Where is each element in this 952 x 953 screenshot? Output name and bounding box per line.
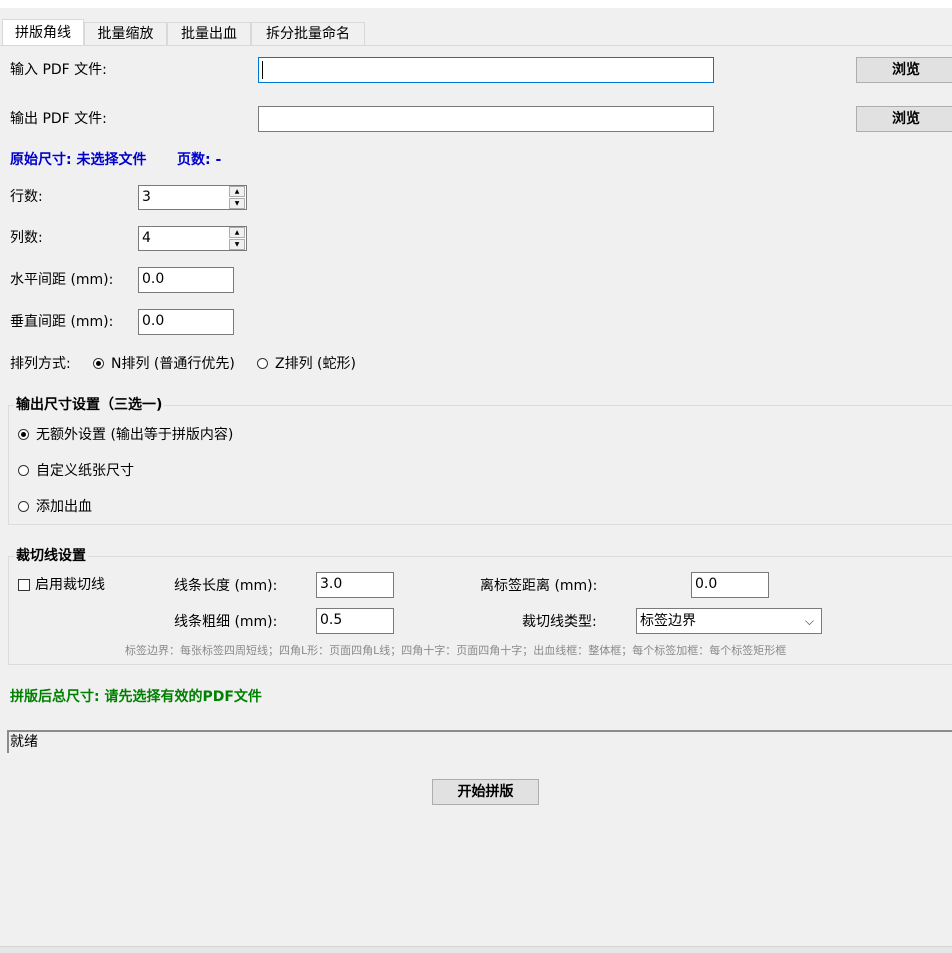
arrangement-label: 排列方式: bbox=[10, 356, 71, 372]
line-type-select[interactable]: 标签边界 ⌵ bbox=[636, 608, 822, 634]
original-size-info: 原始尺寸: 未选择文件 bbox=[10, 152, 147, 168]
enable-cut-lines-label[interactable]: 启用裁切线 bbox=[35, 575, 105, 595]
label-distance-label: 离标签距离 (mm): bbox=[480, 578, 598, 594]
output-pdf-field[interactable] bbox=[258, 106, 714, 132]
output-pdf-browse-button[interactable]: 浏览 bbox=[856, 106, 952, 132]
v-gap-value: 0.0 bbox=[142, 313, 165, 329]
cols-spin-arrows: ▲ ▼ bbox=[229, 227, 246, 250]
line-width-value: 0.5 bbox=[320, 612, 343, 628]
arrangement-z-radio[interactable] bbox=[257, 358, 268, 369]
line-type-label: 裁切线类型: bbox=[522, 614, 597, 630]
line-length-value: 3.0 bbox=[320, 576, 343, 592]
status-text: 就绪 bbox=[10, 734, 38, 750]
output-pdf-label: 输出 PDF 文件: bbox=[10, 111, 107, 127]
text-caret bbox=[262, 61, 263, 79]
window-top-strip bbox=[0, 0, 952, 8]
cols-decrement-icon[interactable]: ▼ bbox=[229, 239, 245, 250]
page-count-info: 页数: - bbox=[177, 152, 222, 168]
line-length-label: 线条长度 (mm): bbox=[174, 578, 278, 594]
arrangement-n-label[interactable]: N排列 (普通行优先) bbox=[111, 354, 235, 374]
tab-divider bbox=[0, 45, 952, 46]
rows-decrement-icon[interactable]: ▼ bbox=[229, 198, 245, 209]
line-type-value: 标签边界 bbox=[640, 613, 696, 629]
line-width-field[interactable]: 0.5 bbox=[316, 608, 394, 634]
output-custom-paper-radio[interactable] bbox=[18, 465, 29, 476]
v-gap-label: 垂直间距 (mm): bbox=[10, 314, 114, 330]
label-distance-field[interactable]: 0.0 bbox=[691, 572, 769, 598]
tab-split-batch-rename[interactable]: 拆分批量命名 bbox=[251, 22, 365, 46]
cut-lines-group-title: 裁切线设置 bbox=[14, 546, 88, 566]
output-add-bleed-label[interactable]: 添加出血 bbox=[36, 497, 92, 517]
line-length-field[interactable]: 3.0 bbox=[316, 572, 394, 598]
start-imposition-button[interactable]: 开始拼版 bbox=[432, 779, 539, 805]
v-gap-field[interactable]: 0.0 bbox=[138, 309, 234, 335]
tab-batch-scale[interactable]: 批量缩放 bbox=[84, 22, 167, 46]
tab-bar: 拼版角线 批量缩放 批量出血 拆分批量命名 bbox=[0, 19, 952, 46]
rows-spinbox[interactable]: 3 ▲ ▼ bbox=[138, 185, 247, 210]
output-size-group bbox=[8, 405, 952, 525]
chevron-down-icon: ⌵ bbox=[804, 614, 814, 628]
h-gap-label: 水平间距 (mm): bbox=[10, 272, 114, 288]
label-distance-value: 0.0 bbox=[695, 576, 718, 592]
h-gap-value: 0.0 bbox=[142, 271, 165, 287]
line-width-label: 线条粗细 (mm): bbox=[174, 614, 278, 630]
output-custom-paper-label[interactable]: 自定义纸张尺寸 bbox=[36, 461, 134, 481]
output-none-radio[interactable] bbox=[18, 429, 29, 440]
rows-spin-arrows: ▲ ▼ bbox=[229, 186, 246, 209]
tab-imposition-cutlines[interactable]: 拼版角线 bbox=[2, 19, 84, 46]
cols-increment-icon[interactable]: ▲ bbox=[229, 227, 245, 238]
rows-value: 3 bbox=[142, 189, 151, 205]
output-size-group-title: 输出尺寸设置（三选一) bbox=[14, 395, 165, 415]
status-bar: 就绪 bbox=[7, 730, 952, 753]
cols-spinbox[interactable]: 4 ▲ ▼ bbox=[138, 226, 247, 251]
input-pdf-label: 输入 PDF 文件: bbox=[10, 62, 107, 78]
h-gap-field[interactable]: 0.0 bbox=[138, 267, 234, 293]
output-none-label[interactable]: 无额外设置 (输出等于拼版内容) bbox=[36, 425, 233, 445]
tab-batch-bleed[interactable]: 批量出血 bbox=[167, 22, 251, 46]
cols-value: 4 bbox=[142, 230, 151, 246]
input-pdf-field[interactable] bbox=[258, 57, 714, 83]
arrangement-z-label[interactable]: Z排列 (蛇形) bbox=[275, 354, 356, 374]
arrangement-n-radio[interactable] bbox=[93, 358, 104, 369]
enable-cut-lines-checkbox[interactable] bbox=[18, 579, 30, 591]
input-pdf-browse-button[interactable]: 浏览 bbox=[856, 57, 952, 83]
rows-increment-icon[interactable]: ▲ bbox=[229, 186, 245, 197]
cut-lines-hint: 标签边界：每张标签四周短线；四角L形：页面四角L线；四角十字：页面四角十字；出血… bbox=[125, 644, 787, 657]
rows-label: 行数: bbox=[10, 189, 43, 205]
cols-label: 列数: bbox=[10, 230, 43, 246]
output-add-bleed-radio[interactable] bbox=[18, 501, 29, 512]
total-size-info: 拼版后总尺寸: 请先选择有效的PDF文件 bbox=[10, 689, 262, 705]
